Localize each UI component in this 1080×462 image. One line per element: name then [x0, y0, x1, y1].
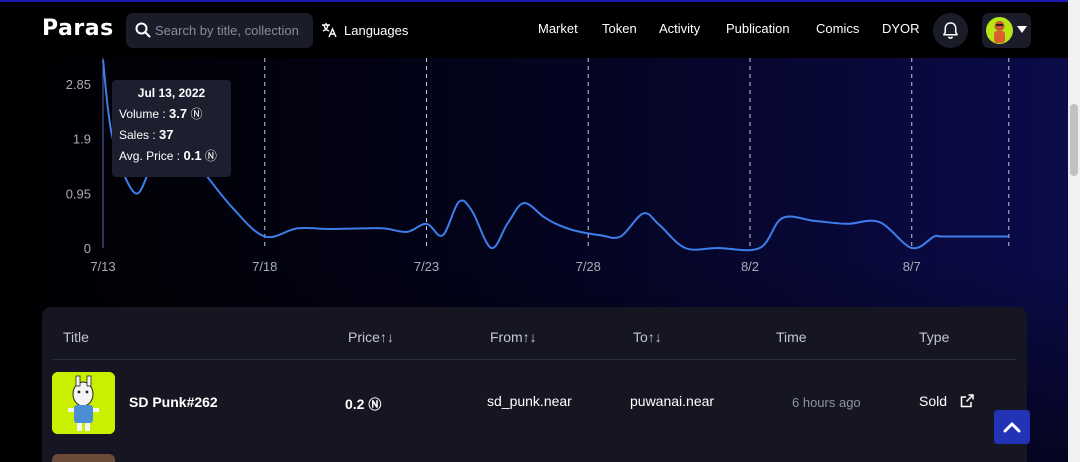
menu-activity[interactable]: Activity — [659, 21, 700, 36]
x-tick-label: 7/28 — [576, 259, 601, 274]
y-tick-label: 2.85 — [66, 77, 91, 92]
nft-thumbnail[interactable] — [52, 372, 115, 434]
activity-type: Sold — [919, 393, 948, 409]
chart-tooltip: Jul 13, 2022 Volume : 3.7 Ⓝ Sales : 37 A… — [112, 80, 231, 177]
top-navbar: Paras Languages Market Token Activity Pu… — [0, 2, 1068, 58]
nft-title[interactable]: SD Punk#262 — [129, 394, 218, 410]
x-tick-label: 8/7 — [903, 259, 921, 274]
scroll-to-top-button[interactable] — [994, 410, 1030, 444]
y-tick-label: 1.9 — [73, 132, 91, 147]
nft-price: 0.2 Ⓝ — [345, 396, 382, 413]
languages-label: Languages — [344, 22, 409, 38]
scrollbar-thumb[interactable] — [1070, 104, 1078, 176]
avatar — [986, 17, 1013, 44]
tooltip-sales: Sales : 37 — [119, 127, 174, 142]
header-type: Type — [919, 329, 950, 345]
volume-line — [102, 59, 1009, 252]
near-icon: Ⓝ — [368, 398, 382, 413]
menu-market[interactable]: Market — [538, 21, 578, 36]
x-tick-label: 7/23 — [414, 259, 439, 274]
time-ago: 6 hours ago — [792, 395, 861, 410]
page-scrollbar[interactable] — [1068, 0, 1080, 462]
menu-token[interactable]: Token — [602, 21, 637, 36]
languages-button[interactable]: Languages — [320, 20, 408, 40]
x-tick-label: 7/13 — [90, 259, 115, 274]
translate-icon — [322, 23, 337, 38]
bell-icon — [943, 22, 958, 39]
table-header: Title Price↑↓ From↑↓ To↑↓ Time Type — [42, 307, 1027, 359]
menu-dyor[interactable]: DYOR — [882, 21, 920, 36]
from-account[interactable]: sd_punk.near — [487, 393, 572, 409]
nft-thumbnail[interactable] — [52, 454, 115, 462]
activity-table: Title Price↑↓ From↑↓ To↑↓ Time Type SD P… — [42, 307, 1027, 462]
header-price-sort[interactable]: Price↑↓ — [348, 329, 394, 345]
x-tick-label: 8/2 — [741, 259, 759, 274]
chevron-up-icon — [1003, 422, 1021, 433]
y-tick-label: 0.95 — [66, 186, 91, 201]
tooltip-date: Jul 13, 2022 — [137, 86, 206, 100]
header-divider — [52, 359, 1016, 360]
menu-comics[interactable]: Comics — [816, 21, 859, 36]
header-to-sort[interactable]: To↑↓ — [633, 329, 662, 345]
chevron-down-icon — [1017, 26, 1027, 33]
header-title: Title — [63, 329, 89, 345]
near-icon: Ⓝ — [190, 107, 203, 121]
menu-publication[interactable]: Publication — [726, 21, 790, 36]
tooltip-avg-price: Avg. Price : 0.1 Ⓝ — [119, 148, 217, 163]
search-box — [126, 13, 313, 48]
search-input[interactable] — [155, 13, 305, 48]
to-account[interactable]: puwanai.near — [630, 393, 714, 409]
header-from-sort[interactable]: From↑↓ — [490, 329, 537, 345]
profile-menu-button[interactable] — [982, 13, 1031, 48]
search-icon — [135, 22, 151, 38]
x-tick-label: 7/18 — [252, 259, 277, 274]
tooltip-volume: Volume : 3.7 Ⓝ — [119, 106, 203, 121]
y-tick-label: 0 — [84, 241, 91, 256]
paras-logo[interactable]: Paras — [42, 16, 114, 41]
near-icon: Ⓝ — [204, 149, 217, 163]
external-link-icon[interactable] — [959, 393, 975, 409]
notification-button[interactable] — [933, 13, 968, 48]
header-time: Time — [776, 329, 807, 345]
